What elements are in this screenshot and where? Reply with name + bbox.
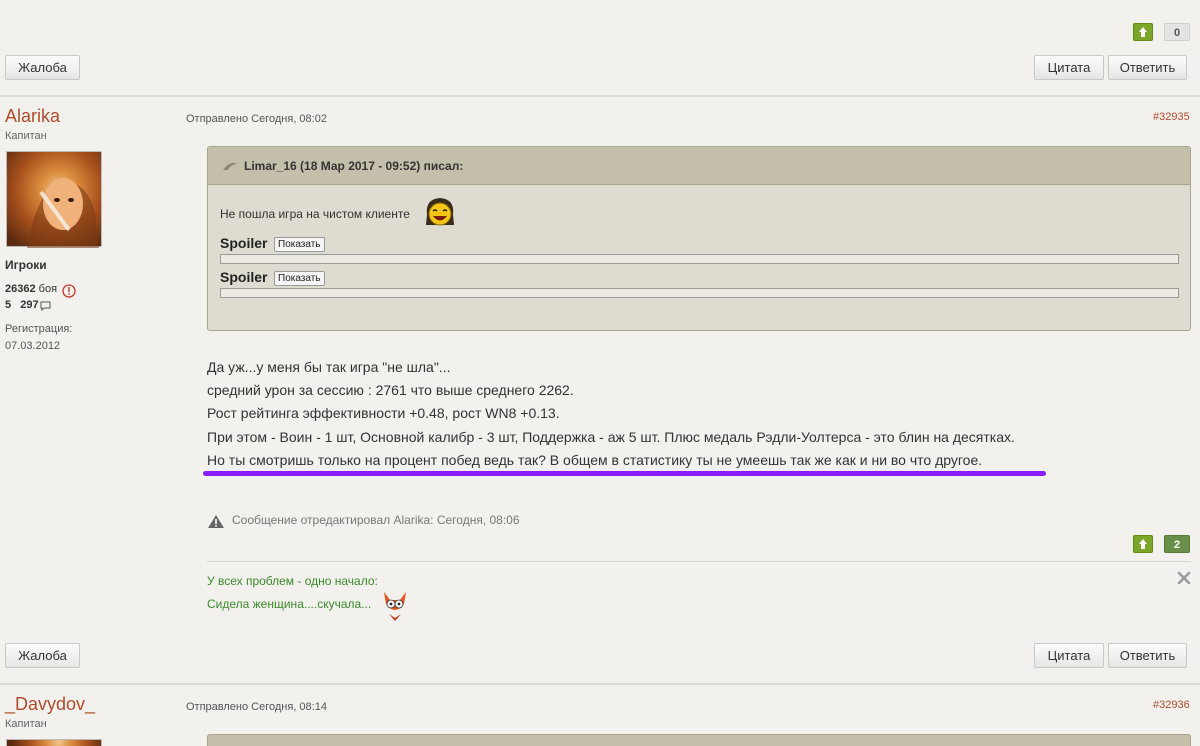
post-body-line-3: Рост рейтинга эффективности +0.48, рост … — [207, 405, 560, 421]
spoiler-content-2 — [220, 288, 1179, 298]
vote-up-icon[interactable] — [1133, 23, 1153, 41]
post-sent-time: Отправлено Сегодня, 08:02 — [186, 113, 327, 125]
laughing-smiley-icon — [426, 198, 454, 226]
signature-divider — [207, 561, 1191, 562]
post-body-line-4: При этом - Воин - 1 шт, Основной калибр … — [207, 429, 1015, 445]
quote-text: Не пошла игра на чистом клиенте — [220, 207, 410, 221]
registration-label: Регистрация: — [5, 323, 73, 335]
post-author-name[interactable]: Alarika — [5, 106, 60, 127]
post-sent-time: Отправлено Сегодня, 08:14 — [186, 701, 327, 713]
post-body-line-5: Но ты смотришь только на процент побед в… — [207, 452, 983, 468]
quote-block — [207, 734, 1191, 746]
edited-notice: Сообщение отредактировал Alarika: Сегодн… — [232, 513, 520, 527]
battles-count: 26362 — [5, 283, 36, 295]
reply-button[interactable]: Ответить — [1108, 643, 1187, 668]
post-permalink[interactable]: #32936 — [1153, 699, 1190, 711]
complaint-button[interactable]: Жалоба — [5, 643, 80, 668]
battles-word: боя — [38, 283, 58, 295]
battles-stat: 26362 боя — [5, 283, 57, 295]
info-icon[interactable] — [62, 284, 76, 298]
post-divider — [0, 95, 1200, 97]
post-body-line-2: средний урон за сессию : 2761 что выше с… — [207, 382, 574, 398]
complaint-button[interactable]: Жалоба — [5, 55, 80, 80]
quote-button[interactable]: Цитата — [1034, 643, 1104, 668]
avatar-face-icon — [27, 178, 99, 248]
spoiler-label-2: Spoiler — [220, 269, 268, 285]
quote-block: Limar_16 (18 Мар 2017 - 09:52) писал: Не… — [207, 146, 1191, 331]
author-rank: Капитан — [5, 718, 47, 730]
spoiler-show-button-1[interactable]: Показать — [274, 237, 325, 252]
rating-right: 297 — [20, 299, 39, 311]
signature-line-1: У всех проблем - одно начало: — [207, 574, 378, 588]
quote-header: Limar_16 (18 Мар 2017 - 09:52) писал: — [208, 147, 1190, 185]
rating-left: 5 — [5, 299, 12, 311]
spoiler-label-1: Spoiler — [220, 235, 268, 251]
signature-line-2: Сидела женщина....скучала... — [207, 597, 372, 611]
author-group: Игроки — [5, 258, 47, 272]
post-permalink[interactable]: #32935 — [1153, 111, 1190, 123]
registration-date: 07.03.2012 — [5, 340, 61, 352]
vote-count: 2 — [1164, 535, 1190, 553]
avatar[interactable] — [6, 151, 102, 248]
quote-icon — [223, 162, 237, 170]
comment-icon — [40, 301, 51, 311]
spoiler-show-button-2[interactable]: Показать — [274, 271, 325, 286]
fox-smiley-icon — [384, 592, 406, 621]
close-signature-icon[interactable] — [1177, 571, 1191, 585]
avatar[interactable] — [6, 739, 102, 746]
quote-author: Limar_16 (18 Мар 2017 - 09:52) писал: — [244, 159, 464, 173]
spoiler-content-1 — [220, 254, 1179, 264]
vote-up-icon[interactable] — [1133, 535, 1153, 553]
quote-button[interactable]: Цитата — [1034, 55, 1104, 80]
reply-button[interactable]: Ответить — [1108, 55, 1187, 80]
post-divider — [0, 683, 1200, 685]
highlight-underline — [203, 471, 1046, 476]
post-author-name[interactable]: _Davydov_ — [5, 694, 95, 715]
post-body-line-1: Да уж...у меня бы так игра "не шла"... — [207, 359, 451, 375]
vote-count: 0 — [1164, 23, 1190, 41]
author-rank: Капитан — [5, 130, 47, 142]
rating-stat: 5 297 — [5, 299, 39, 311]
warning-icon — [208, 515, 224, 528]
